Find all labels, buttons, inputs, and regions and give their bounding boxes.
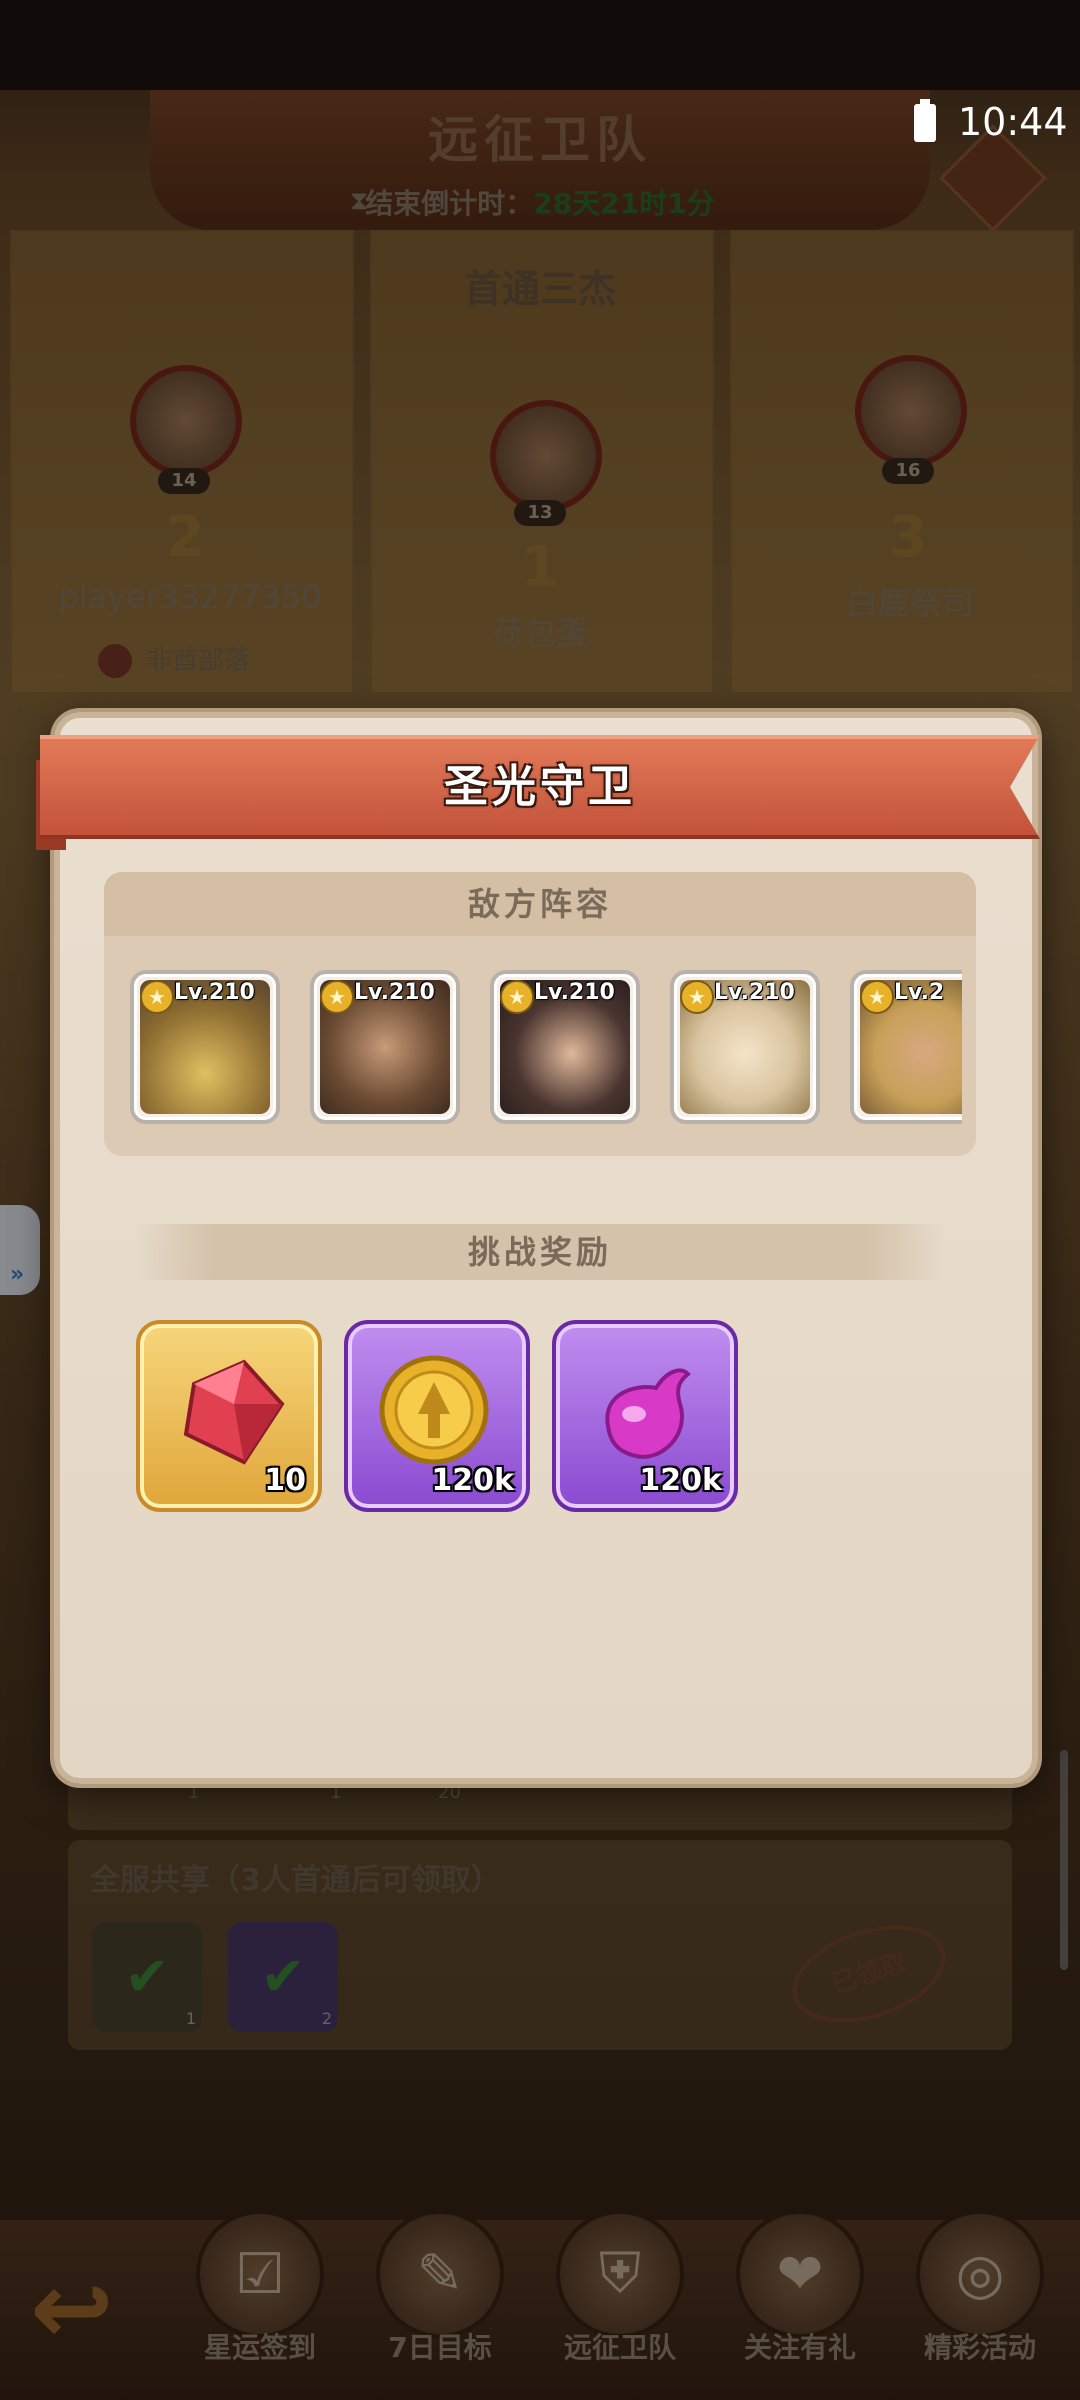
star-icon: ★ [140, 980, 174, 1014]
star-icon: ★ [860, 980, 894, 1014]
reward-item-ruby[interactable]: 10 [136, 1320, 322, 1512]
hero-level: Lv.210 [534, 980, 615, 1005]
enemy-hero-list[interactable]: ★ Lv.210 ★ Lv.210 ★ Lv.210 ★ Lv.210 ★ Lv… [124, 966, 962, 1126]
reward-quantity: 120k [431, 1463, 514, 1498]
star-icon: ★ [680, 980, 714, 1014]
star-icon: ★ [500, 980, 534, 1014]
enemy-hero-card[interactable]: ★ Lv.210 [670, 970, 820, 1124]
hero-level: Lv.2 [894, 980, 945, 1005]
reward-item-gold-coin[interactable]: 120k [344, 1320, 530, 1512]
status-time: 10:44 [958, 100, 1068, 144]
enemy-hero-card[interactable]: ★ Lv.210 [490, 970, 640, 1124]
star-icon: ★ [320, 980, 354, 1014]
hero-level: Lv.210 [354, 980, 435, 1005]
hero-level: Lv.210 [174, 980, 255, 1005]
challenge-rewards-header: 挑战奖励 [134, 1224, 946, 1280]
battery-icon [914, 104, 936, 142]
reward-quantity: 120k [639, 1463, 722, 1498]
hero-level: Lv.210 [714, 980, 795, 1005]
enemy-hero-card[interactable]: ★ Lv.210 [310, 970, 460, 1124]
dialog-title: 圣光守卫 [444, 761, 636, 812]
enemy-hero-card[interactable]: ★ Lv.210 [130, 970, 280, 1124]
reward-quantity: 10 [264, 1463, 306, 1498]
reward-item-elixir[interactable]: 120k [552, 1320, 738, 1512]
enemy-lineup-header: 敌方阵容 [104, 872, 976, 936]
enemy-hero-card[interactable]: ★ Lv.2 [850, 970, 962, 1124]
purple-elixir-icon [605, 1368, 691, 1459]
gold-coin-icon [379, 1355, 489, 1465]
ruby-gem-icon [183, 1359, 285, 1465]
